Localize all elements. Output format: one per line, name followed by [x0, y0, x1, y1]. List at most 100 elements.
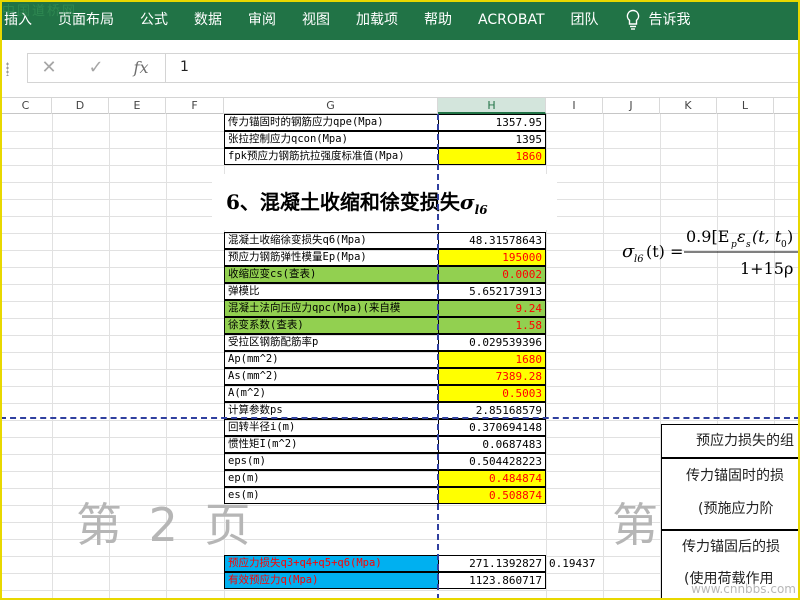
gridline	[0, 165, 800, 166]
tab-formulas[interactable]: 公式	[127, 0, 181, 40]
site-watermark: 中国道桥网	[2, 4, 78, 19]
column-header-i[interactable]: I	[546, 98, 603, 114]
tab-data[interactable]: 数据	[181, 0, 235, 40]
table-cell[interactable]: (预施应力阶	[661, 494, 800, 530]
sigma-symbol: σ	[459, 190, 475, 214]
row-label[interactable]: 张拉控制应力qcon(Mpa)	[224, 131, 438, 148]
page-number-watermark: 第 2 页	[76, 498, 257, 552]
row-label[interactable]: As(mm^2)	[224, 368, 438, 385]
table-row: 有效预应力q(Mpa) 1123.860717	[224, 572, 546, 589]
row-label[interactable]: 徐变系数(查表)	[224, 317, 438, 334]
row-value[interactable]: 195000	[438, 249, 546, 266]
enter-icon[interactable]: ✓	[83, 57, 109, 79]
formula-bar: ✕ ✓ fx 1	[27, 53, 800, 83]
tab-add-ins[interactable]: 加载项	[343, 0, 411, 40]
cancel-icon[interactable]: ✕	[36, 57, 62, 79]
table-row: 徐变系数(查表) 1.58	[224, 317, 546, 334]
resize-grip-icon[interactable]	[6, 62, 9, 76]
formula-bar-area: ✕ ✓ fx 1	[0, 40, 800, 98]
row-label[interactable]: ep(m)	[224, 470, 438, 487]
row-value[interactable]: 1860	[438, 148, 546, 165]
loss-summary-table: 预应力损失的组 传力锚固时的损 (预施应力阶 传力锚固后的损 (使用荷载作用	[661, 424, 800, 600]
loss-formula-image: σ l6 (t) = 0.9[E p ε s (t, t 0 ) + α 1+1…	[622, 227, 800, 278]
section-heading-text: 6、混凝土收缩和徐变损失	[226, 190, 460, 214]
table-row: 回转半径i(m) 0.370694148	[224, 419, 546, 436]
formula-input[interactable]: 1	[180, 59, 189, 75]
table-cell[interactable]: 传力锚固时的损	[661, 458, 800, 494]
row-value[interactable]: 1357.95	[438, 114, 546, 131]
row-label[interactable]: 受拉区钢筋配筋率p	[224, 334, 438, 351]
row-value[interactable]: 1680	[438, 351, 546, 368]
tab-help[interactable]: 帮助	[411, 0, 465, 40]
tab-team[interactable]: 团队	[558, 0, 612, 40]
column-header-k[interactable]: K	[660, 98, 717, 114]
page-break-horizontal	[0, 417, 800, 419]
row-value[interactable]: 0.504428223	[438, 453, 546, 470]
column-header-j[interactable]: J	[603, 98, 660, 114]
table-row: 混凝土法向压应力qpc(Mpa)(来自模 9.24	[224, 300, 546, 317]
row-label[interactable]: 收缩应变cs(查表)	[224, 266, 438, 283]
column-header-f[interactable]: F	[166, 98, 224, 114]
column-header-g[interactable]: G	[224, 98, 438, 114]
row-label[interactable]: 弹模比	[224, 283, 438, 300]
table-cell[interactable]: 传力锚固后的损	[661, 530, 800, 564]
row-value[interactable]: 0.508874	[438, 487, 546, 504]
sigma-subscript: l6	[474, 203, 488, 217]
row-value[interactable]: 1.58	[438, 317, 546, 334]
column-header-h[interactable]: H	[438, 98, 546, 114]
row-label[interactable]: 预应力损失q3+q4+q5+q6(Mpa)	[224, 555, 438, 572]
row-label[interactable]: 混凝土收缩徐变损失q6(Mpa)	[224, 232, 438, 249]
table-row: Ap(mm^2) 1680	[224, 351, 546, 368]
row-label[interactable]: 惯性矩I(m^2)	[224, 436, 438, 453]
row-label[interactable]: A(m^2)	[224, 385, 438, 402]
column-header-c[interactable]: C	[0, 98, 52, 114]
row-label[interactable]: 传力锚固时的钢筋应力qpe(Mpa)	[224, 114, 438, 131]
row-label[interactable]: eps(m)	[224, 453, 438, 470]
table-header[interactable]: 预应力损失的组	[661, 424, 800, 458]
row-label[interactable]: 有效预应力q(Mpa)	[224, 572, 438, 589]
row-value[interactable]: 7389.28	[438, 368, 546, 385]
row-label[interactable]: 回转半径i(m)	[224, 419, 438, 436]
tell-me-box[interactable]: 告诉我	[612, 0, 704, 40]
row-value[interactable]: 0.370694148	[438, 419, 546, 436]
tab-view[interactable]: 视图	[289, 0, 343, 40]
table-row: 张拉控制应力qcon(Mpa) 1395	[224, 131, 546, 148]
worksheet-grid[interactable]: 传力锚固时的钢筋应力qpe(Mpa) 1357.95 张拉控制应力qcon(Mp…	[0, 114, 800, 600]
table-row: 预应力钢筋弹性模量Ep(Mpa) 195000	[224, 249, 546, 266]
row-label[interactable]: fpk预应力钢筋抗拉强度标准值(Mpa)	[224, 148, 438, 165]
table-row: 预应力损失q3+q4+q5+q6(Mpa) 271.1392827	[224, 555, 546, 572]
formula-num-args: (t, t	[752, 227, 782, 246]
row-value[interactable]: 5.652173913	[438, 283, 546, 300]
column-header-e[interactable]: E	[109, 98, 166, 114]
table-row: As(mm^2) 7389.28	[224, 368, 546, 385]
table-row: fpk预应力钢筋抗拉强度标准值(Mpa) 1860	[224, 148, 546, 165]
row-value[interactable]: 1395	[438, 131, 546, 148]
section-heading: 6、混凝土收缩和徐变损失σl6	[212, 174, 557, 230]
row-value[interactable]: 48.31578643	[438, 232, 546, 249]
row-label[interactable]: Ap(mm^2)	[224, 351, 438, 368]
formula-denominator: 1+15ρ	[740, 259, 793, 278]
row-value[interactable]: 271.1392827	[438, 555, 546, 572]
formula-lhs-arg: (t) =	[646, 242, 683, 261]
row-value[interactable]: 0.0687483	[438, 436, 546, 453]
row-label[interactable]: 预应力钢筋弹性模量Ep(Mpa)	[224, 249, 438, 266]
tab-review[interactable]: 审阅	[235, 0, 289, 40]
row-value[interactable]: 0.0002	[438, 266, 546, 283]
extra-value[interactable]: 0.19437	[549, 557, 595, 570]
table-row: 惯性矩I(m^2) 0.0687483	[224, 436, 546, 453]
column-headers: C D E F G H I J K L	[0, 98, 800, 114]
row-value[interactable]: 0.029539396	[438, 334, 546, 351]
row-value[interactable]: 9.24	[438, 300, 546, 317]
table-row: eps(m) 0.504428223	[224, 453, 546, 470]
column-header-d[interactable]: D	[52, 98, 109, 114]
column-header-l[interactable]: L	[717, 98, 774, 114]
table-row: ep(m) 0.484874	[224, 470, 546, 487]
row-value[interactable]: 0.484874	[438, 470, 546, 487]
row-label[interactable]: 混凝土法向压应力qpc(Mpa)(来自模	[224, 300, 438, 317]
insert-function-icon[interactable]: fx	[128, 57, 154, 79]
row-value[interactable]: 0.5003	[438, 385, 546, 402]
formula-bar-divider	[165, 54, 166, 82]
tab-acrobat[interactable]: ACROBAT	[465, 0, 558, 40]
table-row: 混凝土收缩徐变损失q6(Mpa) 48.31578643	[224, 232, 546, 249]
row-value[interactable]: 1123.860717	[438, 572, 546, 589]
